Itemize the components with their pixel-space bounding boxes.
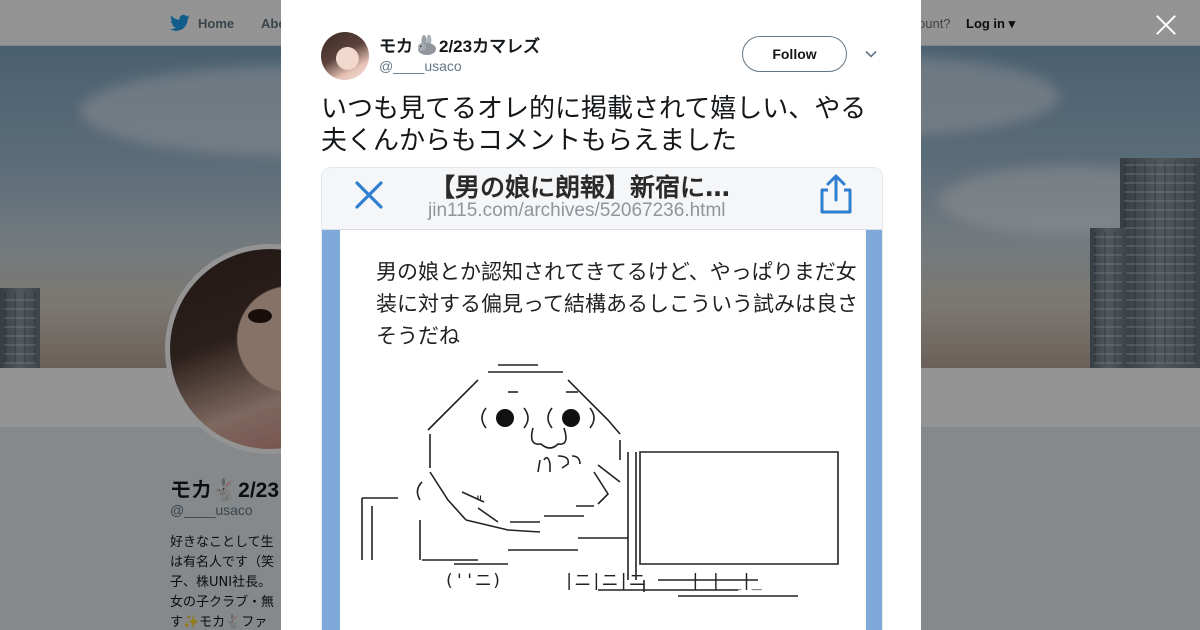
- share-icon: [820, 174, 852, 214]
- ascii-bottom-right: _|_|__|_: [680, 571, 763, 591]
- ascii-bottom-left: (''ニ): [444, 571, 502, 591]
- image-close-icon: [355, 181, 383, 209]
- tweet-modal: モカ 2/23カマレズ @____usaco Follow いつも見てるオレ的に…: [281, 0, 921, 630]
- tweet-author-name-suffix: 2/23カマレズ: [439, 37, 541, 56]
- tweet-image[interactable]: 【男の娘に朗報】新宿に… jin115.com/archives/5206723…: [321, 167, 883, 630]
- tweet-author-handle[interactable]: @____usaco: [379, 58, 462, 74]
- rabbit-emoji-icon: [418, 34, 436, 55]
- image-page-url: jin115.com/archives/52067236.html: [428, 200, 726, 221]
- ascii-quote-mark: ": [476, 494, 482, 510]
- image-comment-text: 男の娘とか認知されてきてるけど、やっぱりまだ女装に対する偏見って結構あるしこうい…: [376, 260, 858, 348]
- tweet-text: いつも見てるオレ的に掲載されて嬉しい、やる夫くんからもコメントもらえました: [321, 94, 867, 156]
- close-icon[interactable]: [1153, 12, 1179, 38]
- tweet-author-avatar[interactable]: [321, 32, 369, 80]
- ascii-bottom-mid: |ニ|ニ|ニ: [564, 571, 646, 591]
- chevron-down-icon[interactable]: [863, 46, 879, 62]
- tweet-author-name-text: モカ: [379, 37, 413, 56]
- image-comment-page: 男の娘とか認知されてきてるけど、やっぱりまだ女装に対する偏見って結構あるしこうい…: [340, 230, 866, 630]
- ascii-art-illustration: " (''ニ) |ニ|ニ|ニ _|_|__|_: [361, 364, 839, 597]
- follow-button[interactable]: Follow: [742, 36, 847, 72]
- image-browser-header: 【男の娘に朗報】新宿に… jin115.com/archives/5206723…: [322, 168, 882, 230]
- image-page-title: 【男の娘に朗報】新宿に…: [430, 173, 731, 202]
- tweet-author-name[interactable]: モカ 2/23カマレズ: [379, 32, 540, 57]
